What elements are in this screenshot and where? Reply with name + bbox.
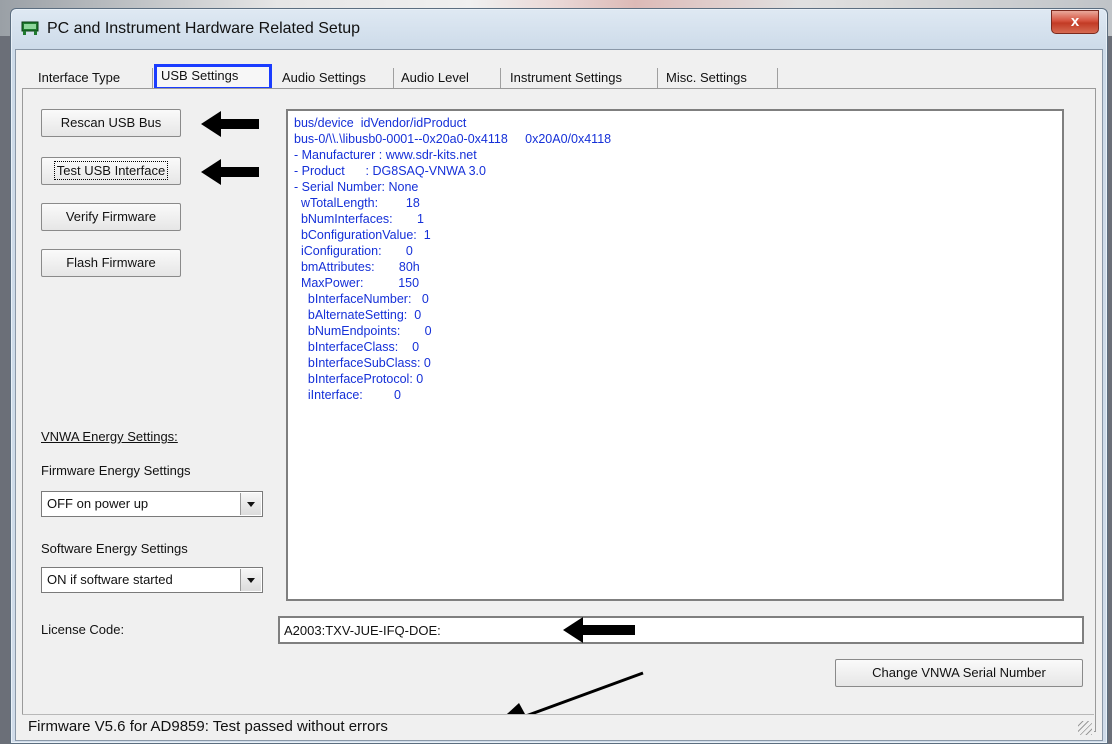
license-code-value: A2003:TXV-JUE-IFQ-DOE: <box>284 623 441 638</box>
instrument-app-icon <box>21 21 39 35</box>
usb-info-line: bNumEndpoints: 0 <box>294 324 432 338</box>
usb-info-line: bAlternateSetting: 0 <box>294 308 422 322</box>
resize-grip-icon[interactable] <box>1078 721 1092 735</box>
test-usb-interface-button[interactable]: Test USB Interface <box>41 157 181 185</box>
test-usb-interface-label: Test USB Interface <box>53 161 169 180</box>
close-button[interactable]: x <box>1051 10 1099 34</box>
chevron-down-icon[interactable] <box>240 493 261 515</box>
license-code-label: License Code: <box>41 622 125 637</box>
chevron-down-icon[interactable] <box>240 569 261 591</box>
usb-settings-panel: Rescan USB Bus Test USB Interface Verify… <box>22 88 1096 732</box>
usb-info-line: bInterfaceClass: 0 <box>294 340 420 354</box>
firmware-energy-value: OFF on power up <box>47 496 149 511</box>
usb-info-line: wTotalLength: 18 <box>294 196 420 210</box>
software-energy-value: ON if software started <box>47 572 173 587</box>
energy-settings-heading: VNWA Energy Settings: <box>41 429 178 444</box>
title-bar[interactable]: PC and Instrument Hardware Related Setup… <box>11 9 1107 49</box>
tab-usb-settings[interactable]: USB Settings <box>154 64 272 90</box>
usb-info-line: bInterfaceProtocol: 0 <box>294 372 424 386</box>
tab-highlight-box <box>154 64 272 90</box>
usb-info-line: bNumInterfaces: 1 <box>294 212 424 226</box>
firmware-energy-select[interactable]: OFF on power up <box>41 491 263 517</box>
change-serial-number-button[interactable]: Change VNWA Serial Number <box>835 659 1083 687</box>
usb-device-info-list[interactable]: bus/device idVendor/idProduct bus-0/\\.\l… <box>286 109 1064 601</box>
flash-firmware-button[interactable]: Flash Firmware <box>41 249 181 277</box>
firmware-energy-label: Firmware Energy Settings <box>41 463 191 478</box>
usb-info-line: bInterfaceNumber: 0 <box>294 292 429 306</box>
rescan-usb-bus-button[interactable]: Rescan USB Bus <box>41 109 181 137</box>
tab-interface-type[interactable]: Interface Type <box>32 68 153 88</box>
verify-firmware-button[interactable]: Verify Firmware <box>41 203 181 231</box>
arrow-left-icon <box>201 159 259 185</box>
usb-info-line: MaxPower: 150 <box>294 276 420 290</box>
tab-instrument-settings[interactable]: Instrument Settings <box>504 68 658 88</box>
usb-info-line: iInterface: 0 <box>294 388 401 402</box>
software-energy-select[interactable]: ON if software started <box>41 567 263 593</box>
tab-audio-level[interactable]: Audio Level <box>395 68 501 88</box>
arrow-left-icon <box>563 617 635 643</box>
usb-info-line: bInterfaceSubClass: 0 <box>294 356 431 370</box>
status-bar: Firmware V5.6 for AD9859: Test passed wi… <box>22 714 1094 737</box>
usb-info-line: iConfiguration: 0 <box>294 244 413 258</box>
usb-info-line: - Manufacturer : www.sdr-kits.net <box>294 148 477 162</box>
dialog-client-area: Interface Type USB Settings Audio Settin… <box>15 49 1103 741</box>
usb-info-line: - Serial Number: None <box>294 180 419 194</box>
usb-info-line: - Product : DG8SAQ-VNWA 3.0 <box>294 164 486 178</box>
tab-misc-settings[interactable]: Misc. Settings <box>660 68 778 88</box>
arrow-left-icon <box>201 111 259 137</box>
usb-info-line: bmAttributes: 80h <box>294 260 420 274</box>
software-energy-label: Software Energy Settings <box>41 541 188 556</box>
setup-window: PC and Instrument Hardware Related Setup… <box>10 8 1108 744</box>
status-text: Firmware V5.6 for AD9859: Test passed wi… <box>28 718 388 735</box>
tab-audio-settings[interactable]: Audio Settings <box>276 68 394 88</box>
window-title: PC and Instrument Hardware Related Setup <box>47 20 361 37</box>
usb-info-line: bus/device idVendor/idProduct <box>294 116 467 130</box>
license-code-input[interactable]: A2003:TXV-JUE-IFQ-DOE: <box>278 616 1084 644</box>
usb-info-line: bus-0/\\.\libusb0-0001--0x20a0-0x4118 0x… <box>294 132 612 146</box>
usb-info-line: bConfigurationValue: 1 <box>294 228 431 242</box>
